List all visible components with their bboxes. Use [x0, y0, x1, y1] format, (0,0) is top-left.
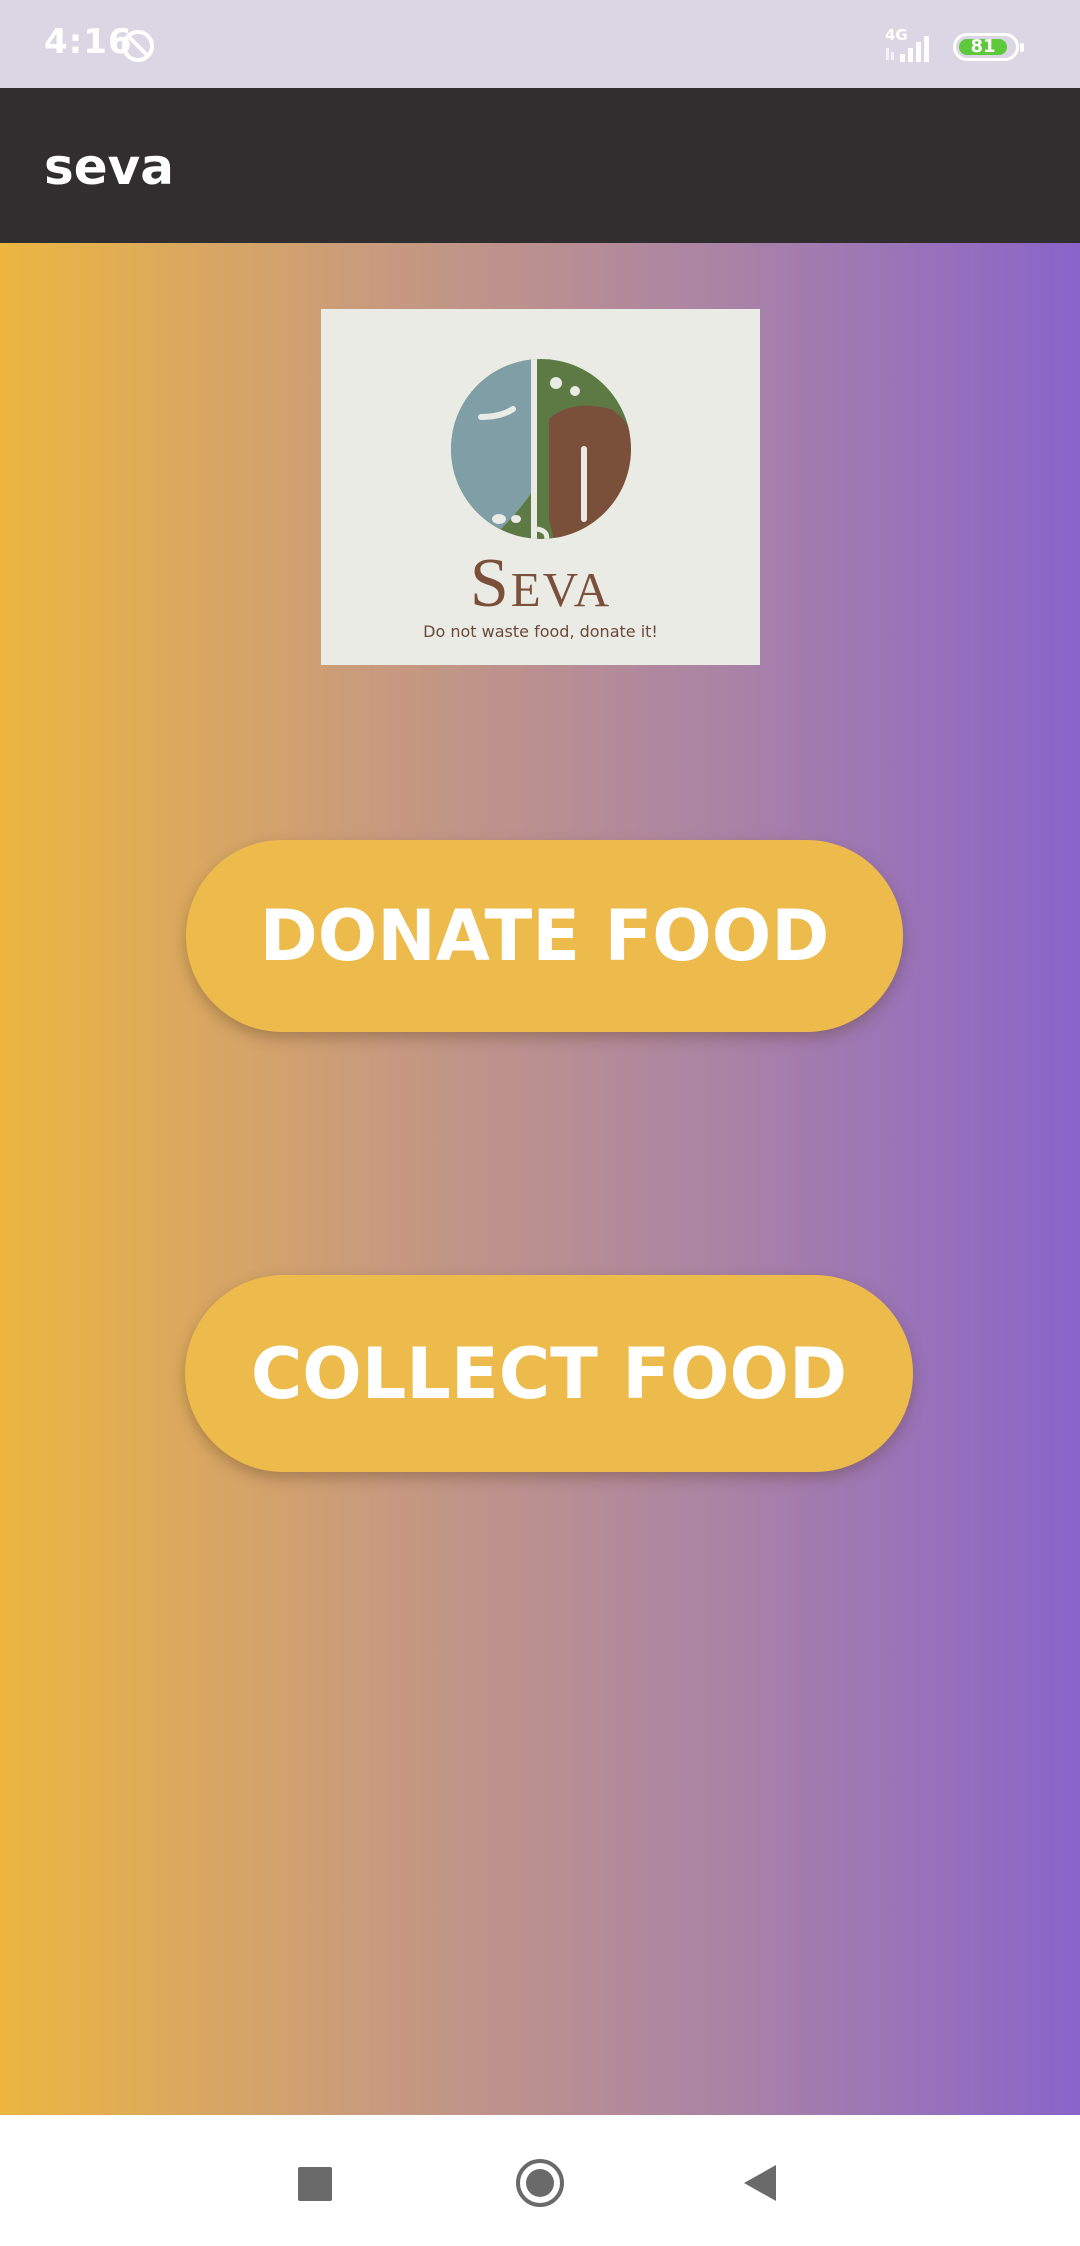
battery-level: 81: [970, 36, 996, 57]
seva-logo: Seva Do not waste food, donate it!: [321, 309, 760, 665]
battery-cap: [1020, 43, 1024, 52]
home-icon-inner: [526, 2169, 554, 2197]
recent-apps-icon[interactable]: [298, 2167, 332, 2201]
donate-food-button[interactable]: DONATE FOOD: [186, 840, 903, 1032]
logo-tagline: Do not waste food, donate it!: [423, 622, 658, 641]
signal-icon: [886, 36, 929, 62]
seva-logo-mark: [451, 359, 631, 539]
collect-food-button[interactable]: COLLECT FOOD: [185, 1275, 913, 1472]
status-bar: 4:16 4G 81: [0, 0, 1080, 88]
navigation-bar: [0, 2115, 1080, 2246]
home-icon[interactable]: [516, 2159, 564, 2207]
logo-wordmark: Seva: [469, 545, 612, 622]
app-title: seva: [44, 138, 175, 196]
main-content: Seva Do not waste food, donate it! DONAT…: [0, 243, 1080, 2115]
back-icon[interactable]: [742, 2163, 778, 2203]
battery-icon: 81: [953, 33, 1024, 61]
app-bar: seva: [0, 88, 1080, 243]
do-not-disturb-icon: [122, 30, 154, 62]
